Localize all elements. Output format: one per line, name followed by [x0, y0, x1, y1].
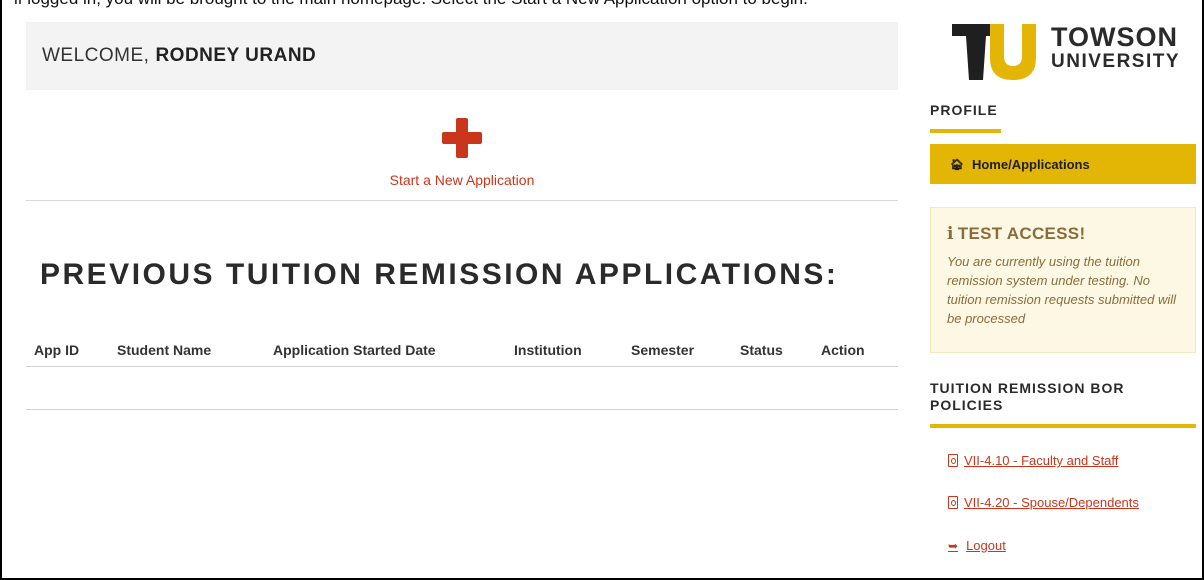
- column-header-semester: Semester: [631, 342, 695, 358]
- logo-line2: UNIVERSITY: [1051, 51, 1181, 72]
- applications-table-header: App ID Student Name Application Started …: [26, 338, 898, 367]
- welcome-prefix: WELCOME,: [42, 45, 150, 66]
- info-icon: i: [947, 224, 954, 244]
- column-header-app-id: App ID: [34, 342, 80, 358]
- column-header-action: Action: [821, 342, 865, 358]
- policy-link-label: VII-4.10 - Faculty and Staff: [964, 453, 1119, 468]
- logout-icon: ➥: [948, 538, 959, 553]
- sidebar-item-home-applications[interactable]: 🏠︎ Home/Applications: [930, 144, 1196, 184]
- start-application: Start a New Application: [26, 118, 898, 190]
- policies-heading: TUITION REMISSION BOR POLICIES: [930, 380, 1125, 413]
- profile-heading: PROFILE: [930, 102, 998, 118]
- column-header-started-date: Application Started Date: [273, 342, 436, 358]
- pdf-icon: [948, 496, 958, 509]
- table-bottom-border: [26, 409, 898, 410]
- test-access-title: i TEST ACCESS!: [947, 224, 1179, 244]
- policy-link-faculty-staff[interactable]: VII-4.10 - Faculty and Staff: [948, 453, 1118, 468]
- instruction-text: if logged in, you will be brought to the…: [14, 0, 808, 9]
- start-application-link[interactable]: Start a New Application: [390, 172, 535, 188]
- university-name: TOWSON UNIVERSITY: [1051, 22, 1181, 72]
- logout-label: Logout: [966, 538, 1006, 553]
- sidebar-item-label: Home/Applications: [971, 156, 1090, 172]
- logout-link[interactable]: ➥ Logout: [948, 538, 1006, 553]
- column-header-student-name: Student Name: [117, 342, 212, 358]
- divider: [26, 200, 898, 201]
- previous-applications-title: PREVIOUS TUITION REMISSION APPLICATIONS:: [40, 258, 839, 291]
- profile-underline: [930, 129, 1001, 133]
- test-access-title-text: TEST ACCESS!: [957, 224, 1086, 243]
- logo-line1: TOWSON: [1051, 22, 1178, 52]
- test-access-alert: i TEST ACCESS! You are currently using th…: [930, 207, 1196, 353]
- plus-icon[interactable]: [442, 118, 482, 158]
- user-name: RODNEY URAND: [155, 45, 317, 66]
- policy-link-spouse-dependents[interactable]: VII-4.20 - Spouse/Dependents: [948, 495, 1139, 510]
- policy-link-label: VII-4.20 - Spouse/Dependents: [964, 495, 1139, 510]
- welcome-bar: WELCOME, RODNEY URAND: [26, 22, 898, 90]
- column-header-institution: Institution: [514, 342, 582, 358]
- pdf-icon: [948, 454, 958, 467]
- policies-underline: [930, 424, 1196, 428]
- column-header-status: Status: [740, 342, 783, 358]
- test-access-message: You are currently using the tuition remi…: [947, 254, 1177, 326]
- home-icon: 🏠︎: [950, 158, 964, 171]
